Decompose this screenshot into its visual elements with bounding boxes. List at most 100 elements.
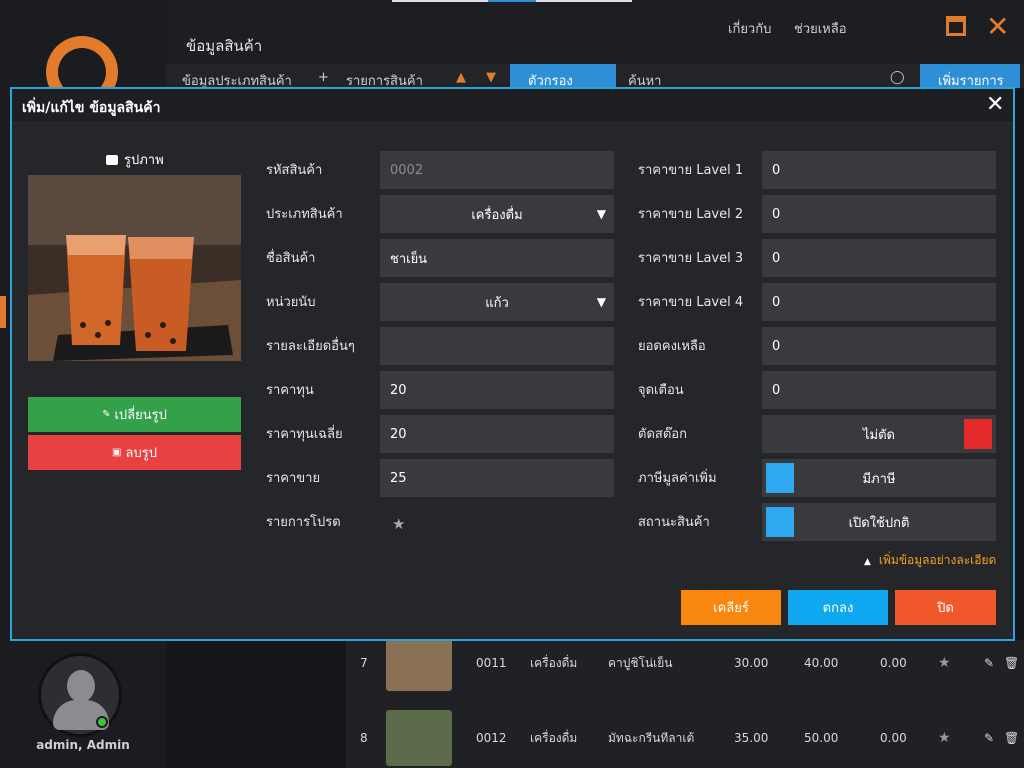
row-type: เครื่องดื่ม (530, 730, 578, 745)
image-label-text: รูปภาพ (124, 153, 164, 168)
user-name: admin, Admin (36, 738, 130, 752)
detail-label: รายละเอียดอื่นๆ (266, 339, 355, 354)
price-level1-label: ราคาขาย Lavel 1 (638, 163, 744, 178)
triangle-up-icon: ▲ (864, 557, 871, 567)
add-item-button[interactable]: เพิ่มรายการ (920, 64, 1020, 89)
dialog-title: เพิ่ม/แก้ไข ข้อมูลสินค้า (22, 100, 161, 116)
close-button[interactable]: ปิด (895, 590, 996, 625)
product-image (28, 175, 241, 361)
stock-field[interactable]: 0 (762, 327, 996, 365)
delete-image-label: ลบรูป (125, 445, 157, 460)
row-discount: 0.00 (880, 656, 907, 670)
avatar-head-icon (67, 670, 95, 702)
code-field[interactable]: 0002 (380, 151, 614, 189)
ok-button[interactable]: ตกลง (788, 590, 888, 625)
row-cost: 35.00 (734, 731, 769, 745)
type-select[interactable]: เครื่องดื่ม ▼ (380, 195, 614, 233)
more-details-link[interactable]: ▲ เพิ่มข้อมูลอย่างละเอียด (864, 551, 996, 570)
chevron-down-icon: ▼ (596, 295, 606, 309)
row-discount: 0.00 (880, 731, 907, 745)
favorite-label: รายการโปรด (266, 515, 341, 530)
top-progress-accent (488, 0, 536, 2)
cut-stock-value: ไม่ตัด (863, 427, 895, 443)
avatar[interactable] (38, 653, 122, 737)
trash-icon: ▣ (112, 447, 122, 458)
more-details-label: เพิ่มข้อมูลอย่างละเอียด (878, 553, 997, 567)
price-level4-field[interactable]: 0 (762, 283, 996, 321)
trash-icon[interactable]: 🗑 (1004, 656, 1019, 670)
change-image-label: เปลี่ยนรูป (114, 407, 167, 422)
camera-icon (106, 154, 118, 165)
price-field[interactable]: 25 (380, 459, 614, 497)
name-label: ชื่อสินค้า (266, 251, 316, 266)
delete-image-button[interactable]: ▣ ลบรูป (28, 435, 241, 470)
unit-select[interactable]: แก้ว ▼ (380, 283, 614, 321)
price-level3-field[interactable]: 0 (762, 239, 996, 277)
name-field[interactable]: ชาเย็น (380, 239, 614, 277)
price-level1-field[interactable]: 0 (762, 151, 996, 189)
vat-toggle[interactable]: มีภาษี (762, 459, 996, 497)
app-close-icon[interactable]: ✕ (986, 10, 1009, 43)
trash-icon[interactable]: 🗑 (1004, 731, 1019, 745)
row-no: 7 (360, 656, 368, 670)
status-label: สถานะสินค้า (638, 515, 710, 530)
table-row[interactable]: 7 0011 เครื่องดื่ม คาปูชิโน่เย็น 30.00 4… (346, 633, 1024, 693)
alert-field[interactable]: 0 (762, 371, 996, 409)
price-level4-label: ราคาขาย Lavel 4 (638, 295, 744, 310)
status-toggle[interactable]: เปิดใช้ปกติ (762, 503, 996, 541)
toggle-on-indicator (766, 507, 794, 537)
type-label: ประเภทสินค้า (266, 207, 343, 222)
status-value: เปิดใช้ปกติ (848, 515, 910, 531)
clear-button[interactable]: เคลียร์ (681, 590, 781, 625)
row-code: 0012 (476, 731, 507, 745)
online-status-icon (96, 716, 108, 728)
cut-stock-label: ตัดสต๊อก (638, 427, 687, 442)
price-level2-label: ราคาขาย Lavel 2 (638, 207, 744, 222)
page-title: ข้อมูลสินค้า (186, 37, 263, 55)
top-bar (166, 0, 1024, 64)
row-thumbnail (386, 710, 452, 766)
chevron-down-icon: ▼ (596, 207, 606, 221)
favorite-star-icon[interactable]: ★ (392, 515, 405, 533)
table-row[interactable]: 8 0012 เครื่องดื่ม มัทฉะกรีนทีลาเต้ 35.0… (346, 708, 1024, 768)
row-cost: 30.00 (734, 656, 769, 670)
search-icon[interactable]: ◯ (890, 70, 905, 85)
row-name: คาปูชิโน่เย็น (608, 655, 673, 670)
nav-about-link[interactable]: เกี่ยวกับ (728, 18, 771, 39)
avg-cost-field[interactable]: 20 (380, 415, 614, 453)
row-no: 8 (360, 731, 368, 745)
close-icon[interactable]: ✕ (986, 92, 1004, 117)
product-edit-dialog: เพิ่ม/แก้ไข ข้อมูลสินค้า ✕ รูปภาพ ✎ เปลี… (10, 87, 1015, 641)
edit-icon[interactable]: ✎ (984, 656, 994, 670)
favorite-star-icon[interactable]: ★ (938, 730, 951, 746)
price-label: ราคาขาย (266, 471, 321, 486)
change-image-button[interactable]: ✎ เปลี่ยนรูป (28, 397, 241, 432)
edit-icon[interactable]: ✎ (984, 731, 994, 745)
nav-help-link[interactable]: ช่วยเหลือ (794, 18, 847, 39)
stock-label: ยอดคงเหลือ (638, 339, 706, 354)
row-price: 40.00 (804, 656, 839, 670)
dialog-header: เพิ่ม/แก้ไข ข้อมูลสินค้า ✕ (12, 89, 1013, 123)
favorite-star-icon[interactable]: ★ (938, 655, 951, 671)
sort-down-icon[interactable]: ▼ (486, 70, 496, 85)
cut-stock-toggle[interactable]: ไม่ตัด (762, 415, 996, 453)
row-code: 0011 (476, 656, 507, 670)
image-label: รูปภาพ (106, 149, 164, 170)
add-category-icon[interactable]: + (318, 70, 329, 85)
sidebar-active-indicator (0, 296, 6, 328)
filter-button[interactable]: ตัวกรอง (510, 64, 616, 89)
unit-select-value: แก้ว (485, 295, 509, 311)
cost-field[interactable]: 20 (380, 371, 614, 409)
window-icon[interactable] (946, 16, 966, 36)
sort-up-icon[interactable]: ▲ (456, 70, 466, 85)
row-type: เครื่องดื่ม (530, 655, 578, 670)
edit-icon: ✎ (102, 409, 111, 420)
price-level2-field[interactable]: 0 (762, 195, 996, 233)
avg-cost-label: ราคาทุนเฉลี่ย (266, 427, 343, 442)
vat-label: ภาษีมูลค่าเพิ่ม (638, 471, 717, 486)
detail-field[interactable] (380, 327, 614, 365)
toggle-on-indicator (766, 463, 794, 493)
unit-label: หน่วยนับ (266, 295, 316, 310)
row-thumbnail (386, 635, 452, 691)
toggle-off-indicator (964, 419, 992, 449)
